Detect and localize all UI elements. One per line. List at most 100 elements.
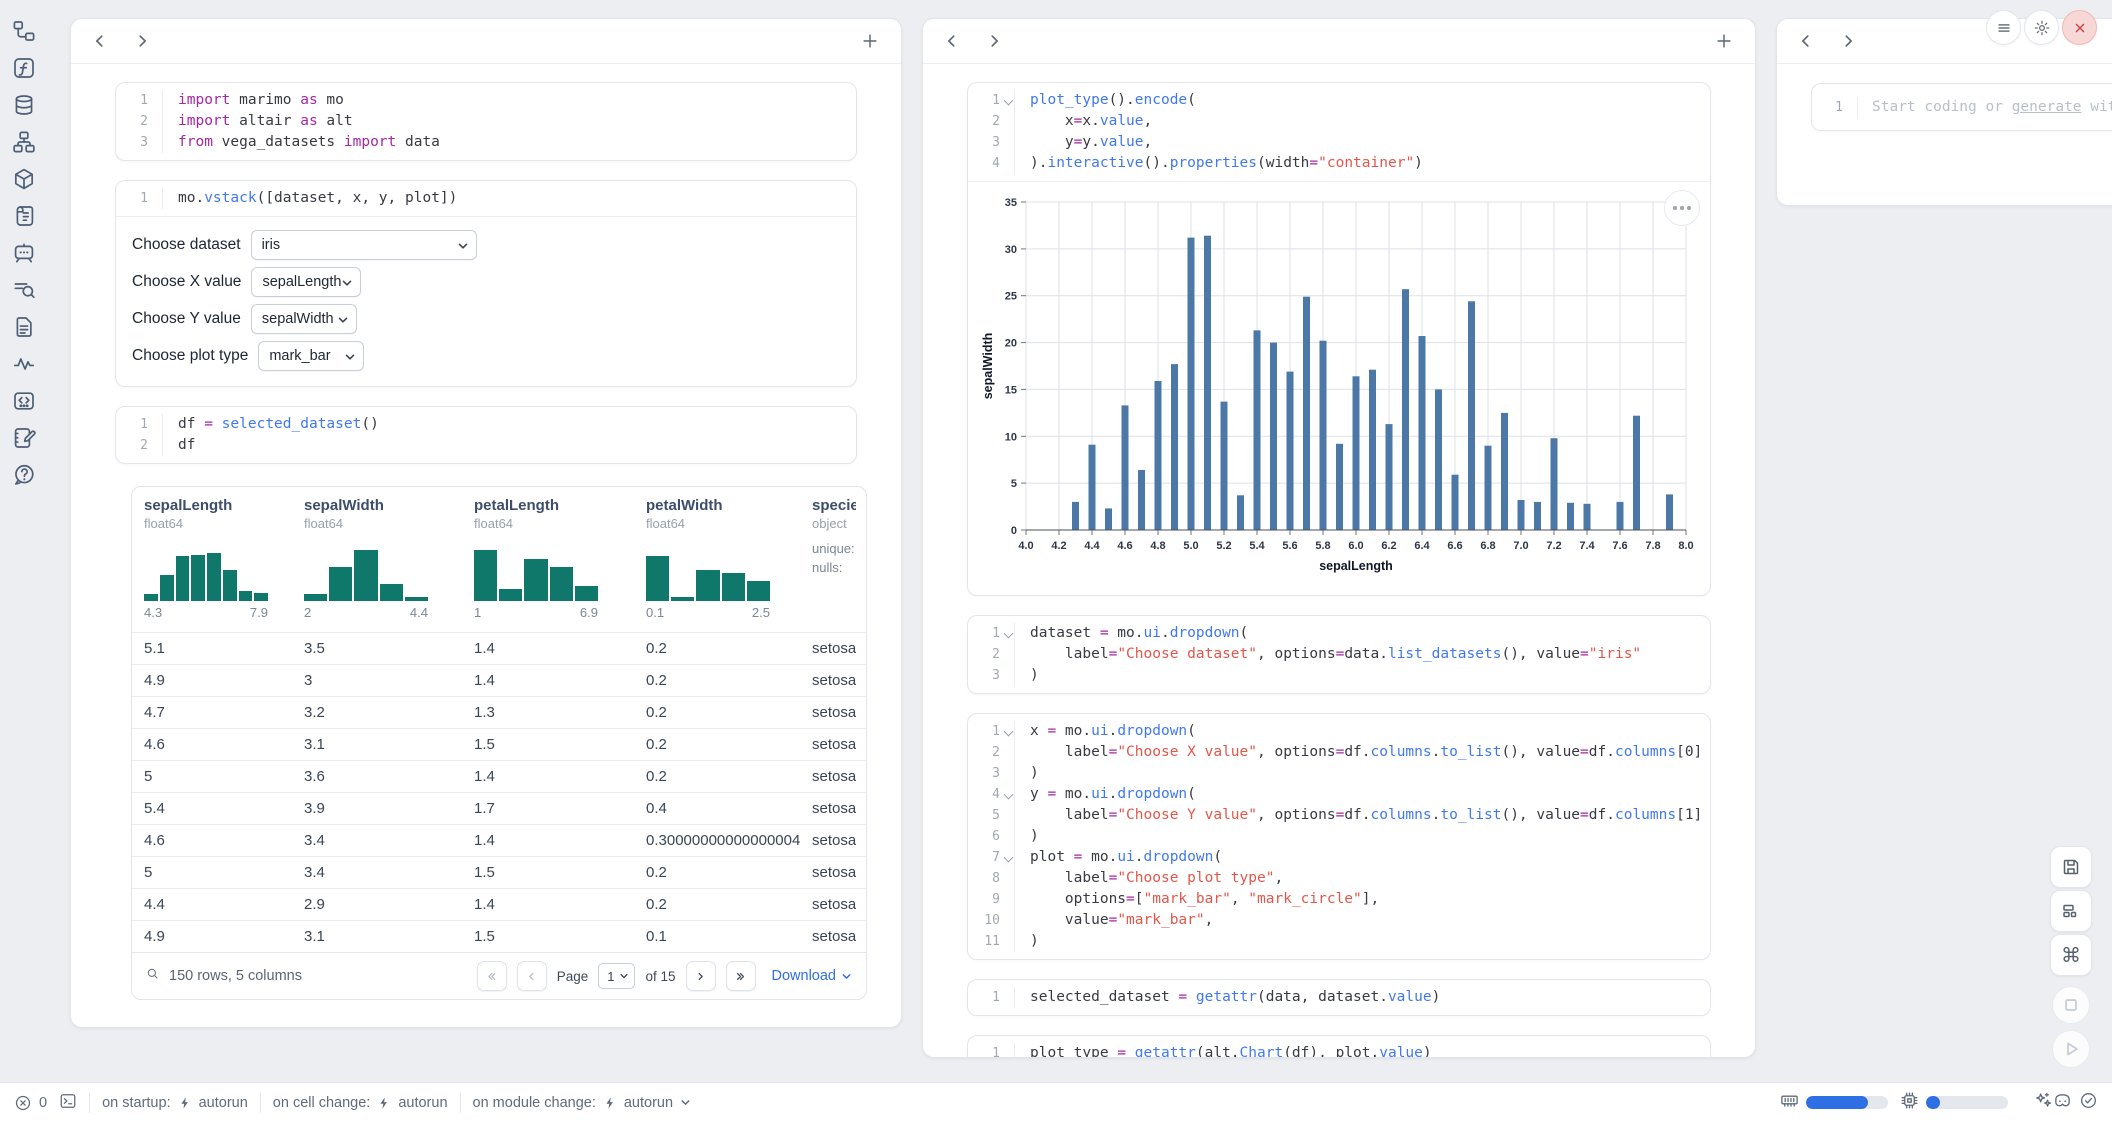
sidebar-item-functions[interactable] [12,56,36,80]
table-row[interactable]: 4.63.11.50.2setosa [132,728,866,760]
menu-button[interactable] [1986,10,2021,45]
sidebar-item-activity[interactable] [12,352,36,376]
column-name[interactable]: petalLength [474,497,634,514]
sidebar-item-logs[interactable] [12,204,36,228]
code-line[interactable]: ) [1030,931,1710,952]
code-line[interactable]: ).interactive().properties(width="contai… [1030,153,1710,174]
cpu-usage[interactable] [1900,1091,2008,1114]
code-line[interactable]: y = mo.ui.dropdown( [1030,784,1710,805]
sidebar-item-tracing[interactable] [12,278,36,302]
column-histogram[interactable] [474,539,598,601]
add-column-icon[interactable] [1715,32,1733,50]
column-name[interactable]: petalWidth [646,497,800,514]
table-header-cell[interactable]: speciesobjectunique:nulls: [800,487,856,632]
table-header-cell[interactable]: sepalWidthfloat6424.4 [292,487,462,632]
code-line[interactable]: df = selected_dataset() [178,414,856,435]
column-histogram[interactable] [144,539,268,601]
code-line[interactable]: import altair as alt [178,111,856,132]
fold-chevron-icon[interactable] [1004,853,1014,863]
table-row[interactable]: 5.13.51.40.2setosa [132,632,866,664]
column-histogram[interactable] [304,539,428,601]
table-header-cell[interactable]: petalLengthfloat6416.9 [462,487,634,632]
code-editor[interactable]: 12df = selected_dataset()df [116,407,856,463]
table-row[interactable]: 4.931.40.2setosa [132,664,866,696]
column-name[interactable]: sepalWidth [304,497,462,514]
code-editor[interactable]: 1plot_type = getattr(alt.Chart(df), plot… [968,1036,1710,1057]
table-row[interactable]: 4.73.21.30.2setosa [132,696,866,728]
connection-status[interactable] [2079,1091,2098,1114]
sidebar-item-snippets[interactable] [12,389,36,413]
sidebar-item-chat[interactable] [12,241,36,265]
first-page-button[interactable] [477,961,507,991]
code-line[interactable]: label="Choose plot type", [1030,868,1710,889]
choose-dataset-select[interactable]: iris [251,230,477,260]
code-line[interactable]: label="Choose X value", options=df.colum… [1030,742,1710,763]
sidebar-item-documentation[interactable] [12,315,36,339]
shutdown-button[interactable] [2062,10,2097,45]
last-page-button[interactable] [726,961,756,991]
keyboard-shortcuts-button[interactable]: ⌘ [2050,934,2092,976]
code-line[interactable]: ) [1030,763,1710,784]
column-name[interactable]: species [812,497,856,514]
code-line[interactable]: from vega_datasets import data [178,132,856,153]
code-line[interactable]: label="Choose Y value", options=df.colum… [1030,805,1710,826]
sidebar-item-packages[interactable] [12,167,36,191]
code-editor[interactable]: 123import marimo as moimport altair as a… [116,83,856,160]
code-placeholder[interactable]: Start coding or generate with AI [1858,99,2112,115]
table-row[interactable]: 5.43.91.70.4setosa [132,792,866,824]
code-line[interactable]: options=["mark_bar", "mark_circle"], [1030,889,1710,910]
table-row[interactable]: 4.63.41.40.30000000000000004setosa [132,824,866,856]
code-line[interactable]: ) [1030,665,1710,686]
choose-x-value-select[interactable]: sepalLength [251,267,361,297]
code-editor[interactable]: 1234567891011x = mo.ui.dropdown( label="… [968,714,1710,959]
code-line[interactable]: value="mark_bar", [1030,910,1710,931]
run-mode-toggle[interactable]: on module change:autorun [473,1095,692,1111]
code-line[interactable]: import marimo as mo [178,90,856,111]
dataframe-table[interactable]: sepalLengthfloat644.37.9sepalWidthfloat6… [131,486,867,1000]
choose-y-value-select[interactable]: sepalWidth [251,304,357,334]
download-button[interactable]: Download [772,968,853,984]
fold-chevron-icon[interactable] [1004,96,1014,106]
chevron-right-icon[interactable] [1839,32,1857,50]
run-mode-toggle[interactable]: on startup:autorun [102,1095,248,1111]
fold-chevron-icon[interactable] [1004,790,1014,800]
fold-chevron-icon[interactable] [1004,727,1014,737]
save-notebook-button[interactable] [2050,846,2092,888]
chevron-left-icon[interactable] [1797,32,1815,50]
code-line[interactable]: selected_dataset = getattr(data, dataset… [1030,987,1710,1008]
add-column-icon[interactable] [861,32,879,50]
code-editor[interactable]: 1234plot_type().encode( x=x.value, y=y.v… [968,83,1710,181]
search-icon[interactable] [146,967,159,985]
code-editor[interactable]: 123dataset = mo.ui.dropdown( label="Choo… [968,616,1710,693]
code-line[interactable]: x=x.value, [1030,111,1710,132]
code-line[interactable]: dataset = mo.ui.dropdown( [1030,623,1710,644]
stop-button[interactable] [2052,986,2090,1024]
table-header-cell[interactable]: sepalLengthfloat644.37.9 [132,487,292,632]
table-row[interactable]: 53.61.40.2setosa [132,760,866,792]
code-line[interactable]: ) [1030,826,1710,847]
sidebar-item-file-explorer[interactable] [12,19,36,43]
code-line[interactable]: mo.vstack([dataset, x, y, plot]) [178,188,856,209]
choose-plot-type-select[interactable]: mark_bar [258,341,364,371]
settings-button[interactable] [2024,10,2059,45]
table-row[interactable]: 4.93.11.50.1setosa [132,920,866,952]
chevron-right-icon[interactable] [985,32,1003,50]
chart-menu-button[interactable] [1664,190,1700,226]
layout-toggle-button[interactable] [2050,890,2092,932]
code-line[interactable]: label="Choose dataset", options=data.lis… [1030,644,1710,665]
chevron-left-icon[interactable] [943,32,961,50]
sidebar-item-dependency-graph[interactable] [12,130,36,154]
column-histogram[interactable] [646,539,770,601]
copilot-button[interactable] [2037,1093,2051,1106]
table-row[interactable]: 4.42.91.40.2setosa [132,888,866,920]
code-line[interactable]: x = mo.ui.dropdown( [1030,721,1710,742]
run-all-button[interactable] [2052,1030,2090,1068]
code-line[interactable]: y=y.value, [1030,132,1710,153]
next-page-button[interactable] [686,961,716,991]
table-row[interactable]: 53.41.50.2setosa [132,856,866,888]
column-name[interactable]: sepalLength [144,497,292,514]
altair-bar-chart[interactable]: 4.04.24.44.64.85.05.25.45.65.86.06.26.46… [980,192,1696,578]
empty-code-cell[interactable]: 1 Start coding or generate with AI [1811,83,2112,131]
code-editor[interactable]: 1selected_dataset = getattr(data, datase… [968,980,1710,1015]
page-select[interactable]: 1 [598,963,635,989]
